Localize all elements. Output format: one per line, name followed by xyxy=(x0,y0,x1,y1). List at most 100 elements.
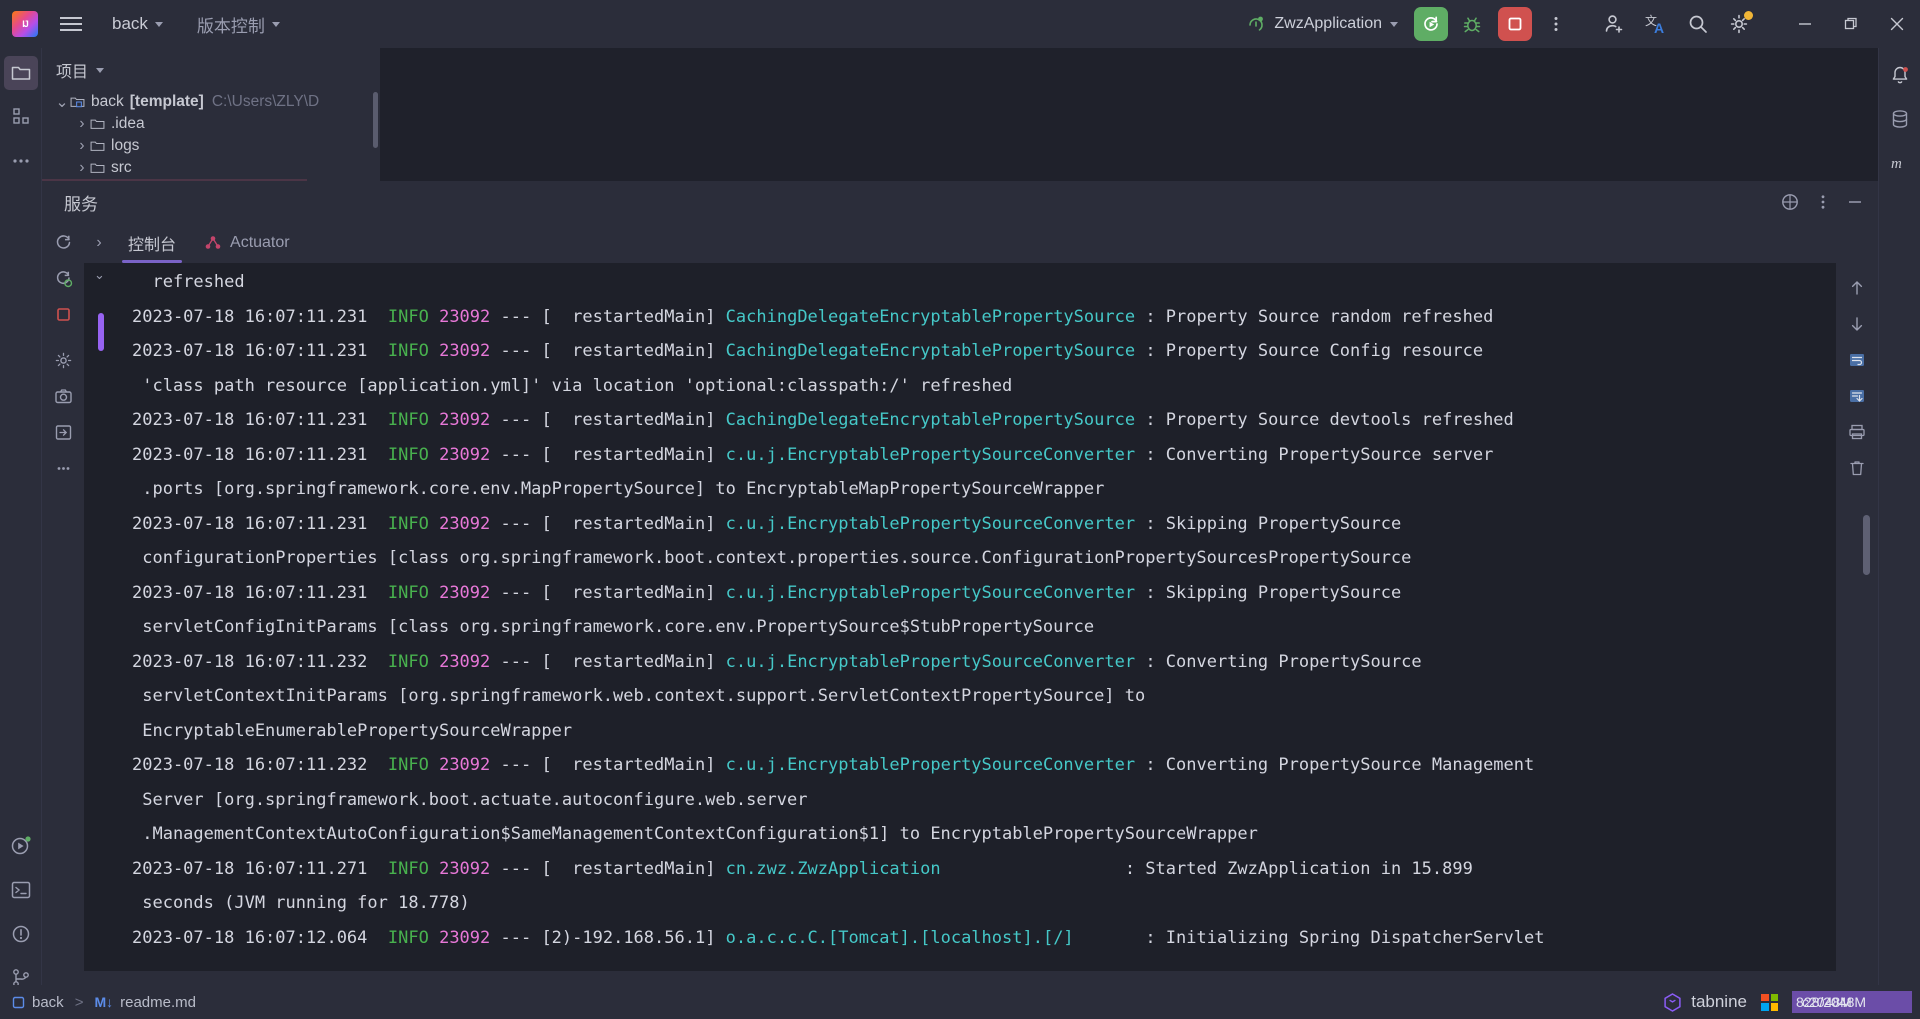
console-scrollbar-thumb[interactable] xyxy=(1863,515,1870,575)
stop-button[interactable] xyxy=(1498,7,1532,41)
project-panel-title: 项目 xyxy=(56,64,89,81)
services-more-button[interactable] xyxy=(48,453,78,483)
console-segment-class: o.a.c.c.C.[Tomcat].[localhost].[/] xyxy=(725,927,1074,948)
chevron-right-icon[interactable]: › xyxy=(74,159,90,177)
vcs-widget[interactable]: 版本控制 xyxy=(187,9,290,39)
tree-node-src[interactable]: › src xyxy=(42,157,380,179)
sidebar-item-more[interactable] xyxy=(4,144,38,178)
clear-console-button[interactable] xyxy=(1842,453,1872,483)
main-menu-button[interactable] xyxy=(54,7,88,41)
services-main: › 控制台 Actuator ⌄ refreshed 2023-07-18 16… xyxy=(84,223,1878,971)
sidebar-item-terminal[interactable] xyxy=(4,873,38,907)
services-stop-button[interactable] xyxy=(48,299,78,329)
export-icon xyxy=(55,424,71,440)
notifications-icon xyxy=(1892,66,1908,84)
minimize-window-button[interactable] xyxy=(1782,0,1828,48)
rerun-button[interactable] xyxy=(1414,7,1448,41)
tree-node-back[interactable]: ⌄ back [template] C:\Users\ZLY\D xyxy=(42,91,380,113)
console-segment-pid: 23092 xyxy=(439,927,491,948)
memory-indicator[interactable]: 828/2048M c2048M xyxy=(1792,991,1912,1013)
tab-actuator[interactable]: Actuator xyxy=(190,223,304,263)
add-user-button[interactable] xyxy=(1596,6,1632,42)
debug-button[interactable] xyxy=(1454,6,1490,42)
settings-button[interactable] xyxy=(1722,6,1758,42)
restore-window-button[interactable] xyxy=(1828,0,1874,48)
console-segment-pid: 23092 xyxy=(439,513,491,534)
console-line: EncryptableEnumerablePropertySourceWrapp… xyxy=(122,714,1836,749)
console-segment-white xyxy=(429,514,439,534)
close-window-button[interactable] xyxy=(1874,0,1920,48)
scroll-down-button[interactable] xyxy=(1842,309,1872,339)
print-icon xyxy=(1849,424,1865,440)
console-segment-white xyxy=(429,307,439,327)
chevron-down-icon xyxy=(271,21,280,27)
services-export-button[interactable] xyxy=(48,417,78,447)
services-settings-button[interactable] xyxy=(48,345,78,375)
chevron-right-icon[interactable]: › xyxy=(74,137,90,155)
run-configuration-selector[interactable]: ZwzApplication xyxy=(1238,8,1406,40)
console-segment-white: 2023-07-18 16:07:11.231 xyxy=(132,582,378,603)
console-segment-white: servletConfigInitParams [class org.sprin… xyxy=(132,617,1095,637)
tabnine-widget[interactable]: tabnine xyxy=(1662,992,1747,1013)
project-selector[interactable]: back xyxy=(102,9,173,39)
console-line: seconds (JVM running for 18.778) xyxy=(122,886,1836,921)
console-segment-pid: 23092 xyxy=(439,306,491,327)
debug-bug-icon xyxy=(1463,17,1481,33)
services-rerun-failed-button[interactable] xyxy=(48,263,78,293)
ms-square-red xyxy=(1761,993,1769,1001)
console-segment-info: INFO xyxy=(377,755,429,775)
services-title: 服务 xyxy=(64,194,98,214)
translate-button[interactable]: 文 A xyxy=(1638,6,1674,42)
console-segment-white: 'class path resource [application.yml]' … xyxy=(132,375,1013,396)
run-tool-icon xyxy=(11,836,31,855)
scroll-up-button[interactable] xyxy=(1842,273,1872,303)
scroll-to-end-button[interactable] xyxy=(1842,381,1872,411)
tabs-expand-button[interactable]: › xyxy=(84,223,114,263)
sidebar-item-run[interactable] xyxy=(4,829,38,863)
camera-icon xyxy=(54,388,72,403)
print-button[interactable] xyxy=(1842,417,1872,447)
console-line: configurationProperties [class org.sprin… xyxy=(122,541,1836,576)
console-segment-class: c.u.j.EncryptablePropertySourceConverter xyxy=(725,444,1136,465)
sidebar-item-problems[interactable] xyxy=(4,917,38,951)
console-segment-white xyxy=(429,859,439,879)
title-bar: back 版本控制 ZwzApplication xyxy=(0,0,1920,48)
soft-wrap-button[interactable] xyxy=(1842,345,1872,375)
project-panel-header[interactable]: 项目 xyxy=(42,48,380,82)
breadcrumb-file: readme.md xyxy=(120,993,196,1011)
more-vertical-icon xyxy=(1554,17,1558,31)
project-tool-icon xyxy=(11,66,30,80)
console-run-marker xyxy=(98,313,104,351)
chevron-right-icon[interactable]: › xyxy=(74,115,90,133)
chevron-expanded-icon[interactable]: ⌄ xyxy=(54,93,70,112)
console-segment-white: refreshed xyxy=(132,272,245,292)
services-minimize-button[interactable] xyxy=(1846,193,1864,211)
sidebar-item-notifications[interactable] xyxy=(1883,58,1917,92)
project-tree-scrollbar[interactable] xyxy=(373,92,378,148)
search-button[interactable] xyxy=(1680,6,1716,42)
folder-icon xyxy=(90,163,105,173)
run-more-button[interactable] xyxy=(1538,6,1574,42)
tree-node-idea[interactable]: › .idea xyxy=(42,113,380,135)
project-selector-label: back xyxy=(112,14,148,33)
services-rerun-button[interactable] xyxy=(48,227,78,257)
spring-boot-icon xyxy=(1249,16,1264,31)
sidebar-item-database[interactable] xyxy=(1883,102,1917,136)
breadcrumb[interactable]: back > M↓ readme.md xyxy=(12,994,196,1011)
console-output[interactable]: refreshed 2023-07-18 16:07:11.231 INFO 23… xyxy=(122,263,1836,971)
help-circle-button[interactable] xyxy=(1780,192,1800,212)
console-segment-white: --- [ restartedMain] xyxy=(490,651,726,672)
tree-node-logs[interactable]: › logs xyxy=(42,135,380,157)
sidebar-item-project[interactable] xyxy=(3,56,38,90)
actuator-graph-icon xyxy=(205,236,221,249)
services-screenshot-button[interactable] xyxy=(48,381,78,411)
sidebar-item-structure[interactable] xyxy=(4,100,38,134)
console-segment-class: c.u.j.EncryptablePropertySourceConverter xyxy=(725,582,1136,603)
services-options-button[interactable] xyxy=(1814,193,1832,211)
microsoft-icon[interactable] xyxy=(1761,993,1778,1011)
sidebar-item-maven[interactable]: m xyxy=(1883,146,1917,180)
fold-chevron-icon[interactable]: ⌄ xyxy=(94,267,105,283)
problems-tool-icon xyxy=(12,925,30,943)
console-segment-class: cn.zwz.ZwzApplication xyxy=(725,858,941,879)
tab-console[interactable]: 控制台 xyxy=(114,223,190,263)
